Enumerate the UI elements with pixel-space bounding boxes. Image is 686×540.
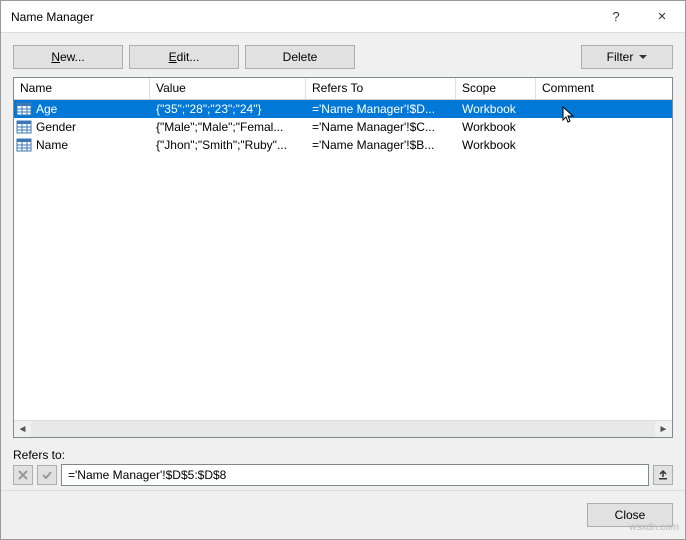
watermark: wsxdn.com	[629, 522, 679, 533]
table-row[interactable]: Gender {"Male";"Male";"Femal...='Name Man…	[14, 118, 672, 136]
range-picker-button[interactable]	[653, 465, 673, 485]
row-name: Age	[36, 102, 57, 116]
close-window-button[interactable]: ×	[639, 1, 685, 33]
titlebar: Name Manager ? ×	[1, 1, 685, 33]
row-refers: ='Name Manager'!$C...	[306, 119, 456, 135]
row-value: {"35";"28";"23";"24"}	[150, 101, 306, 117]
defined-name-icon	[16, 102, 32, 116]
column-headers: Name Value Refers To Scope Comment	[14, 78, 672, 100]
row-scope: Workbook	[456, 137, 536, 153]
refers-to-row	[1, 464, 685, 490]
row-refers: ='Name Manager'!$B...	[306, 137, 456, 153]
rows-container: Age{"35";"28";"23";"24"}='Name Manager'!…	[14, 100, 672, 420]
row-comment	[536, 126, 672, 128]
horizontal-scrollbar[interactable]: ◄ ►	[14, 420, 672, 437]
toolbar: New... Edit... Delete Filter	[1, 33, 685, 77]
scroll-right-icon[interactable]: ►	[655, 421, 672, 438]
names-list: Name Value Refers To Scope Comment Age {"…	[13, 77, 673, 438]
check-icon	[41, 469, 53, 481]
refers-to-input[interactable]	[61, 464, 649, 486]
row-value: {"Jhon";"Smith";"Ruby"...	[150, 137, 306, 153]
defined-name-icon	[16, 120, 32, 134]
table-row[interactable]: Name {"Jhon";"Smith";"Ruby"...='Name Mana…	[14, 136, 672, 154]
row-comment	[536, 144, 672, 146]
cancel-refers-button[interactable]	[13, 465, 33, 485]
x-icon	[17, 469, 29, 481]
filter-button[interactable]: Filter	[581, 45, 673, 69]
col-refers[interactable]: Refers To	[306, 78, 456, 99]
name-manager-dialog: Name Manager ? × New... Edit... Delete F…	[0, 0, 686, 540]
help-button[interactable]: ?	[593, 1, 639, 33]
row-name: Name	[36, 138, 68, 152]
col-value[interactable]: Value	[150, 78, 306, 99]
dialog-footer: Close	[1, 490, 685, 539]
scroll-left-icon[interactable]: ◄	[14, 421, 31, 438]
refers-to-label: Refers to:	[1, 444, 685, 464]
defined-name-icon	[16, 138, 32, 152]
col-comment[interactable]: Comment	[536, 78, 672, 99]
row-value: {"Male";"Male";"Femal...	[150, 119, 306, 135]
delete-button[interactable]: Delete	[245, 45, 355, 69]
row-name: Gender	[36, 120, 76, 134]
col-scope[interactable]: Scope	[456, 78, 536, 99]
row-scope: Workbook	[456, 119, 536, 135]
row-scope: Workbook	[456, 101, 536, 117]
collapse-icon	[657, 469, 669, 481]
scroll-track[interactable]	[31, 421, 655, 438]
row-refers: ='Name Manager'!$D...	[306, 101, 456, 117]
table-row[interactable]: Age {"35";"28";"23";"24"}='Name Manager'!…	[14, 100, 672, 118]
new-button[interactable]: New...	[13, 45, 123, 69]
accept-refers-button[interactable]	[37, 465, 57, 485]
edit-button[interactable]: Edit...	[129, 45, 239, 69]
row-comment	[536, 108, 672, 110]
col-name[interactable]: Name	[14, 78, 150, 99]
window-title: Name Manager	[1, 10, 593, 24]
